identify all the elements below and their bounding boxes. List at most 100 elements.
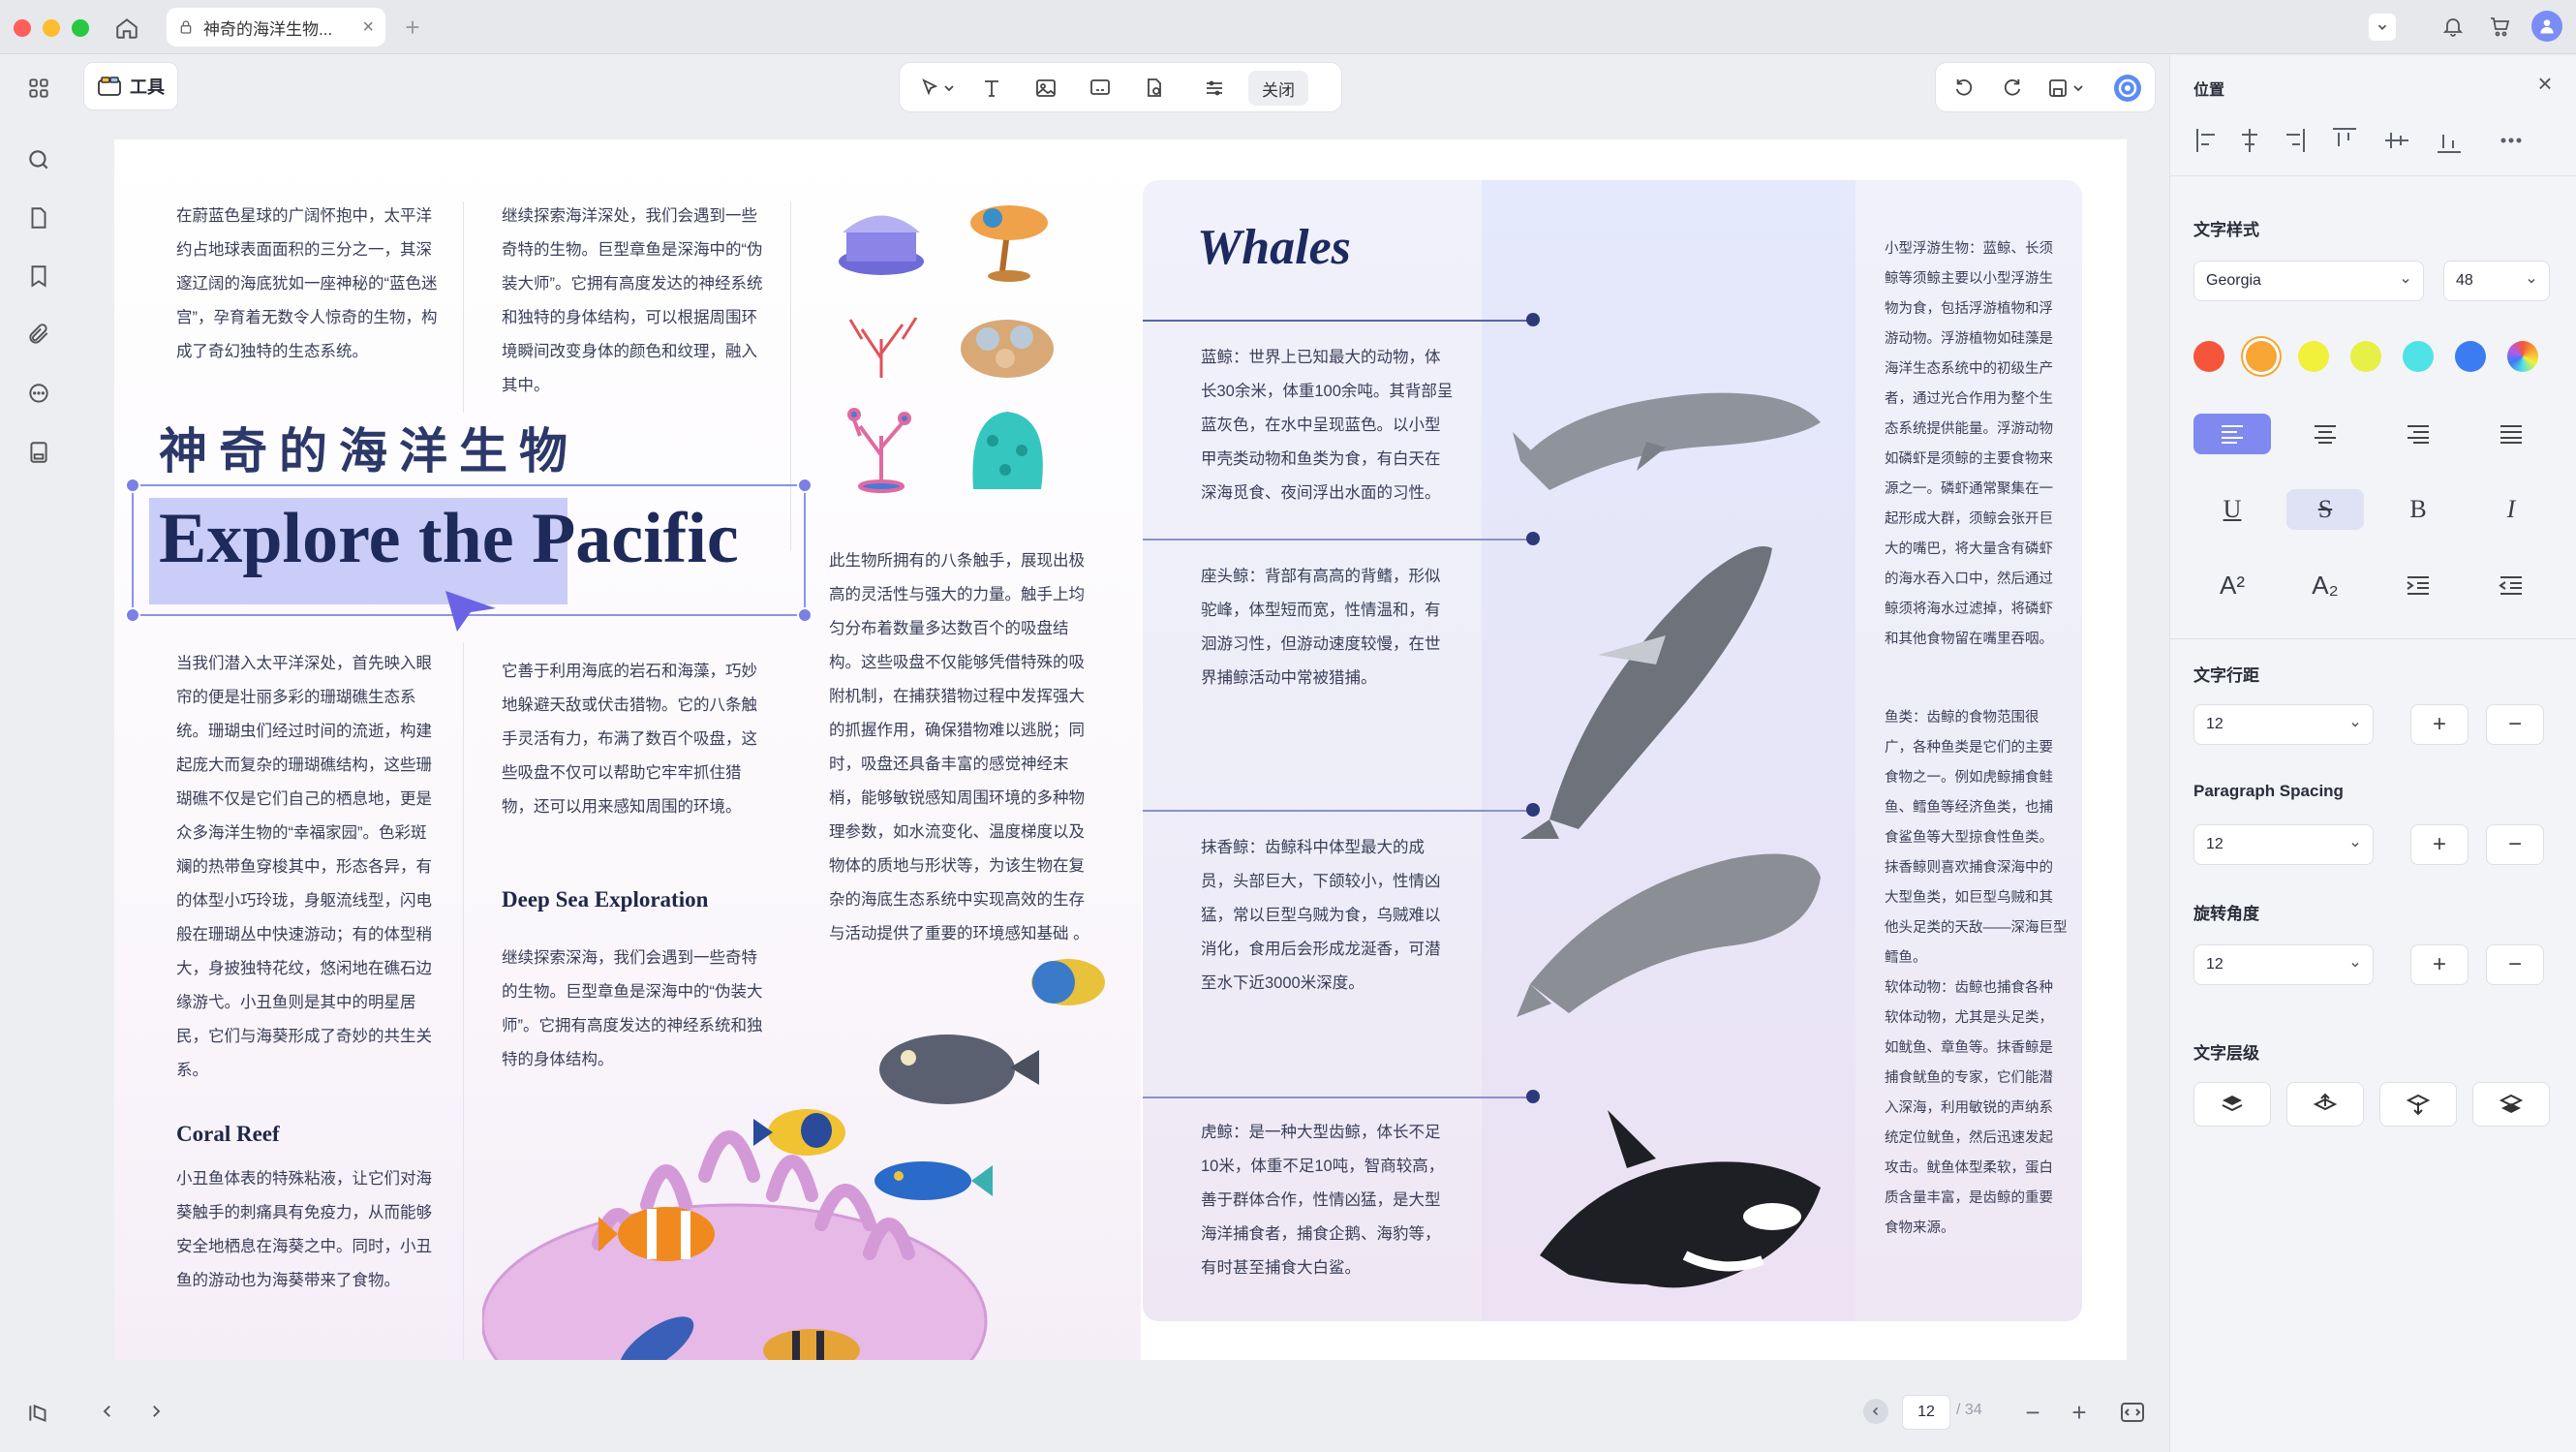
- text-tool-icon[interactable]: [973, 71, 1010, 106]
- indent-decrease-button[interactable]: [2472, 565, 2550, 605]
- new-tab-icon[interactable]: +: [399, 13, 426, 42]
- paragraph-spacing-select[interactable]: 12: [2193, 824, 2374, 865]
- text-line: 善于群体合作，性情凶猛，是大型: [1201, 1191, 1441, 1209]
- line-spacing-select[interactable]: 12: [2193, 704, 2374, 745]
- tab-title: 神奇的海洋生物...: [203, 19, 333, 39]
- subscript-button[interactable]: A₂: [2286, 565, 2364, 605]
- ai-assistant-icon[interactable]: [2110, 71, 2145, 106]
- text-align-right-button[interactable]: [2379, 414, 2457, 454]
- rotation-decrease-button[interactable]: −: [2486, 944, 2544, 985]
- text-line: 葵触手的刺痛具有免疫力，从而能够: [176, 1204, 432, 1221]
- stamp-tool-icon[interactable]: [1136, 71, 1173, 106]
- color-swatch-cyan[interactable]: [2403, 341, 2434, 372]
- text-justify-button[interactable]: [2472, 414, 2550, 454]
- page-number-input[interactable]: 12: [1902, 1395, 1950, 1430]
- chevron-down-icon[interactable]: [2369, 14, 2396, 41]
- color-swatch-red[interactable]: [2193, 341, 2224, 372]
- text-align-center-button[interactable]: [2286, 414, 2364, 454]
- toolbox-icon: [97, 76, 122, 97]
- prev-page-icon[interactable]: [93, 1397, 122, 1426]
- bold-button[interactable]: B: [2379, 489, 2457, 530]
- text-line: 虎鲸：是一种大型齿鲸，体长不足: [1201, 1124, 1441, 1141]
- resize-handle[interactable]: [125, 478, 140, 493]
- select-tool-icon[interactable]: [911, 71, 964, 106]
- color-picker-rainbow[interactable]: [2507, 341, 2538, 372]
- save-document-icon[interactable]: [19, 433, 58, 472]
- font-family-select[interactable]: Georgia: [2193, 261, 2424, 301]
- first-page-icon[interactable]: [1863, 1399, 1888, 1424]
- send-to-back-button[interactable]: [2472, 1082, 2550, 1127]
- color-swatch-blue[interactable]: [2455, 341, 2486, 372]
- line-spacing-decrease-button[interactable]: −: [2486, 704, 2544, 745]
- resize-handle[interactable]: [797, 607, 813, 623]
- text-line: 大的嘴巴，将大量含有磷虾: [1885, 541, 2053, 557]
- fit-page-icon[interactable]: [2117, 1397, 2148, 1428]
- text-line: 质含量丰富，是齿鲸的重要: [1885, 1190, 2053, 1206]
- panel-divider: [2170, 638, 2576, 639]
- minimize-window-button[interactable]: [43, 19, 60, 37]
- paragraph-spacing-increase-button[interactable]: +: [2410, 824, 2469, 865]
- cart-icon[interactable]: [2485, 12, 2514, 41]
- color-swatch-lime[interactable]: [2350, 341, 2381, 372]
- close-window-button[interactable]: [14, 19, 31, 37]
- superscript-button[interactable]: A²: [2193, 565, 2271, 605]
- rotation-increase-button[interactable]: +: [2410, 944, 2469, 985]
- text-line: 软体动物，尤其是头足类，: [1885, 1010, 2053, 1026]
- text-line: 匀分布着数量多达数百个的吸盘结: [829, 620, 1069, 637]
- page-thumbnail-icon[interactable]: [19, 199, 58, 237]
- redo-icon[interactable]: [1994, 71, 2029, 106]
- rotation-select[interactable]: 12: [2193, 944, 2374, 985]
- panel-close-icon[interactable]: ×: [2530, 69, 2560, 98]
- text-align-left-button[interactable]: [2193, 414, 2271, 454]
- properties-tool-icon[interactable]: [1196, 71, 1233, 106]
- next-page-icon[interactable]: [141, 1397, 170, 1426]
- save-icon[interactable]: [2040, 71, 2093, 106]
- strikethrough-button[interactable]: S: [2286, 489, 2364, 530]
- search-icon[interactable]: [19, 140, 58, 179]
- send-backward-button[interactable]: [2379, 1082, 2457, 1127]
- zoom-out-icon[interactable]: −: [2018, 1395, 2047, 1430]
- color-swatch-yellow[interactable]: [2298, 341, 2329, 372]
- text-line: 猛，常以巨型乌贼为食，乌贼难以: [1201, 907, 1441, 924]
- underline-button[interactable]: U: [2193, 489, 2271, 530]
- italic-button[interactable]: I: [2472, 489, 2550, 530]
- text-line: 入深海，利用敏锐的声纳系: [1885, 1100, 2053, 1116]
- document-tab[interactable]: 神奇的海洋生物... ×: [167, 8, 385, 46]
- font-size-select[interactable]: 48: [2443, 261, 2550, 301]
- color-swatch-orange[interactable]: [2246, 341, 2277, 372]
- link-tool-icon[interactable]: [1082, 71, 1119, 106]
- text-line: 其中。: [502, 377, 550, 394]
- undo-icon[interactable]: [1947, 71, 1982, 106]
- tab-close-icon[interactable]: ×: [362, 16, 374, 39]
- avatar[interactable]: [2531, 11, 2562, 42]
- zoom-in-icon[interactable]: +: [2065, 1395, 2094, 1430]
- coral-images: [833, 194, 1085, 504]
- attachment-icon[interactable]: [19, 315, 58, 354]
- resize-handle[interactable]: [797, 478, 813, 493]
- indent-increase-button[interactable]: [2379, 565, 2457, 605]
- zoom-window-button[interactable]: [72, 19, 89, 37]
- plankton-side-text: 小型浮游生物：蓝鲸、长须 鲸等须鲸主要以小型浮游生 物为食，包括浮游植物和浮 游…: [1885, 234, 2053, 655]
- panel-divider: [2170, 175, 2576, 176]
- text-line: 洄游习性，但游动速度较慢，在世: [1201, 635, 1441, 653]
- comment-icon[interactable]: [19, 375, 58, 414]
- text-line: 源之一。磷虾通常聚集在一: [1885, 481, 2053, 497]
- bookmark-icon[interactable]: [19, 257, 58, 295]
- sidebar-toggle-icon[interactable]: [19, 1394, 58, 1433]
- paragraph-spacing-decrease-button[interactable]: −: [2486, 824, 2544, 865]
- resize-handle[interactable]: [125, 607, 140, 623]
- image-tool-icon[interactable]: [1027, 71, 1064, 106]
- bring-forward-button[interactable]: [2286, 1082, 2364, 1127]
- text-line: 食物之一。例如虎鲸捕食鲑: [1885, 770, 2053, 786]
- line-spacing-increase-button[interactable]: +: [2410, 704, 2469, 745]
- close-edit-button[interactable]: 关闭: [1248, 71, 1308, 106]
- teal-coral-image: [972, 412, 1043, 489]
- text-line: 地躲避天敌或伏击猎物。它的八条触: [502, 696, 757, 714]
- bring-to-front-button[interactable]: [2193, 1082, 2271, 1127]
- apps-grid-icon[interactable]: [19, 69, 58, 108]
- text-line: 座头鲸：背部有高高的背鳍，形似: [1201, 568, 1441, 585]
- home-icon[interactable]: [110, 12, 143, 45]
- tools-button[interactable]: 工具: [83, 62, 178, 110]
- bell-icon[interactable]: [2438, 12, 2468, 41]
- cursor-pointer-icon: [442, 587, 500, 635]
